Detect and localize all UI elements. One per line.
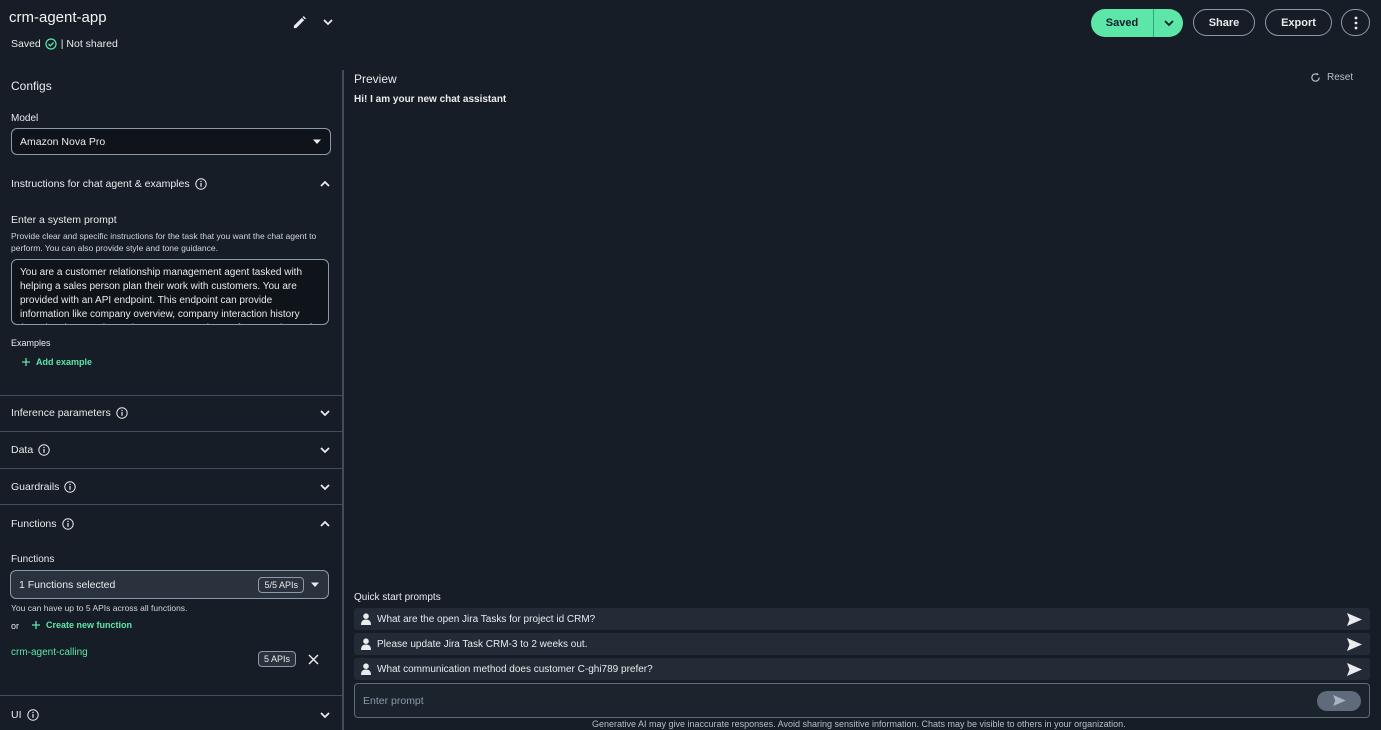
app-title: crm-agent-app (9, 9, 107, 26)
share-button[interactable]: Share (1193, 9, 1255, 36)
saved-button[interactable]: Saved (1091, 9, 1153, 37)
function-item-name[interactable]: crm-agent-calling (11, 647, 88, 658)
functions-help: You can have up to 5 APIs across all fun… (11, 603, 188, 613)
function-item-api-badge: 5 APIs (258, 651, 297, 667)
share-status-text: | Not shared (60, 38, 118, 50)
section-divider (0, 395, 342, 396)
caret-down-icon (312, 139, 322, 145)
vertical-dots-icon (1354, 16, 1358, 30)
assistant-greeting: Hi! I am your new chat assistant (354, 94, 507, 105)
refresh-icon (1310, 72, 1321, 83)
send-icon[interactable] (1347, 637, 1362, 651)
add-example-button[interactable]: Add example (22, 357, 92, 367)
plus-icon (32, 621, 40, 629)
chevron-up-icon (319, 519, 331, 529)
inference-section-header[interactable]: Inference parameters (11, 406, 331, 420)
model-label: Model (11, 113, 39, 124)
send-icon[interactable] (1347, 612, 1362, 626)
reset-button[interactable]: Reset (1310, 72, 1353, 83)
section-divider (0, 504, 342, 505)
edit-pencil-icon[interactable] (292, 15, 307, 30)
ui-section-header[interactable]: UI (11, 708, 331, 722)
send-icon (1332, 695, 1346, 706)
quick-prompt-text: What are the open Jira Tasks for project… (377, 613, 596, 625)
reset-label: Reset (1327, 72, 1354, 83)
user-icon (361, 613, 371, 625)
chevron-down-icon[interactable] (322, 17, 334, 27)
remove-function-button[interactable] (308, 654, 319, 665)
model-select[interactable]: Amazon Nova Pro (11, 128, 331, 155)
preview-title: Preview (354, 72, 397, 86)
chevron-down-icon (319, 408, 331, 418)
disclaimer-text: Generative AI may give inaccurate respon… (592, 719, 1126, 729)
functions-section-header[interactable]: Functions (11, 517, 331, 531)
user-icon (361, 663, 371, 675)
system-prompt-help: Provide clear and specific instructions … (11, 231, 317, 253)
quick-prompt-text: Please update Jira Task CRM-3 to 2 weeks… (377, 638, 588, 650)
caret-down-icon (310, 582, 320, 588)
data-title: Data (11, 444, 34, 456)
quick-prompt-item[interactable]: What are the open Jira Tasks for project… (354, 608, 1370, 630)
more-options-button[interactable] (1341, 9, 1370, 36)
functions-title: Functions (11, 518, 57, 530)
close-icon (308, 654, 319, 665)
or-text: or (11, 621, 20, 631)
functions-label: Functions (11, 554, 55, 565)
chevron-down-icon (319, 445, 331, 455)
guardrails-section-header[interactable]: Guardrails (11, 480, 331, 494)
send-button[interactable] (1317, 690, 1361, 711)
info-icon[interactable] (38, 444, 50, 456)
chevron-up-icon (319, 179, 331, 189)
inference-title: Inference parameters (11, 407, 111, 419)
add-example-label: Add example (36, 357, 93, 367)
section-divider (0, 695, 342, 696)
export-button[interactable]: Export (1265, 9, 1332, 36)
chevron-down-icon (319, 710, 331, 720)
info-icon[interactable] (61, 518, 74, 530)
info-icon[interactable] (26, 709, 39, 721)
check-circle-icon (45, 38, 57, 50)
info-icon[interactable] (194, 178, 207, 190)
saved-dropdown-button[interactable] (1154, 9, 1183, 37)
save-status: Saved | Not shared (11, 38, 118, 50)
guardrails-title: Guardrails (11, 481, 60, 493)
prompt-placeholder: Enter prompt (363, 694, 424, 707)
save-status-text: Saved (11, 38, 41, 50)
create-function-label: Create new function (46, 620, 133, 630)
functions-api-count-badge: 5/5 APIs (258, 576, 304, 593)
functions-selected-text: 1 Functions selected (19, 578, 116, 591)
quick-start-title: Quick start prompts (354, 592, 441, 603)
plus-icon (22, 358, 30, 366)
configs-title: Configs (11, 79, 52, 93)
instructions-title: Instructions for chat agent & examples (11, 178, 190, 190)
saved-button-group: Saved (1091, 9, 1183, 37)
system-prompt-label: Enter a system prompt (11, 214, 117, 226)
quick-prompt-item[interactable]: Please update Jira Task CRM-3 to 2 weeks… (354, 633, 1370, 655)
send-icon[interactable] (1347, 662, 1362, 676)
instructions-section-header[interactable]: Instructions for chat agent & examples (11, 177, 331, 191)
prompt-input[interactable]: Enter prompt (354, 683, 1370, 718)
chevron-down-icon (1163, 18, 1175, 28)
section-divider (0, 431, 342, 432)
info-icon[interactable] (116, 407, 128, 419)
data-section-header[interactable]: Data (11, 443, 331, 457)
quick-prompt-item[interactable]: What communication method does customer … (354, 658, 1370, 680)
model-select-value: Amazon Nova Pro (20, 135, 106, 148)
pane-divider[interactable] (342, 70, 344, 730)
create-function-button[interactable]: Create new function (32, 620, 132, 630)
examples-label: Examples (11, 338, 51, 348)
chevron-down-icon (319, 482, 331, 492)
user-icon (361, 638, 371, 650)
system-prompt-textarea[interactable]: You are a customer relationship manageme… (11, 259, 329, 325)
functions-multiselect[interactable]: 1 Functions selected 5/5 APIs (10, 570, 329, 599)
ui-title: UI (11, 709, 22, 721)
quick-prompt-text: What communication method does customer … (377, 663, 653, 675)
section-divider (0, 468, 342, 469)
info-icon[interactable] (64, 481, 77, 493)
